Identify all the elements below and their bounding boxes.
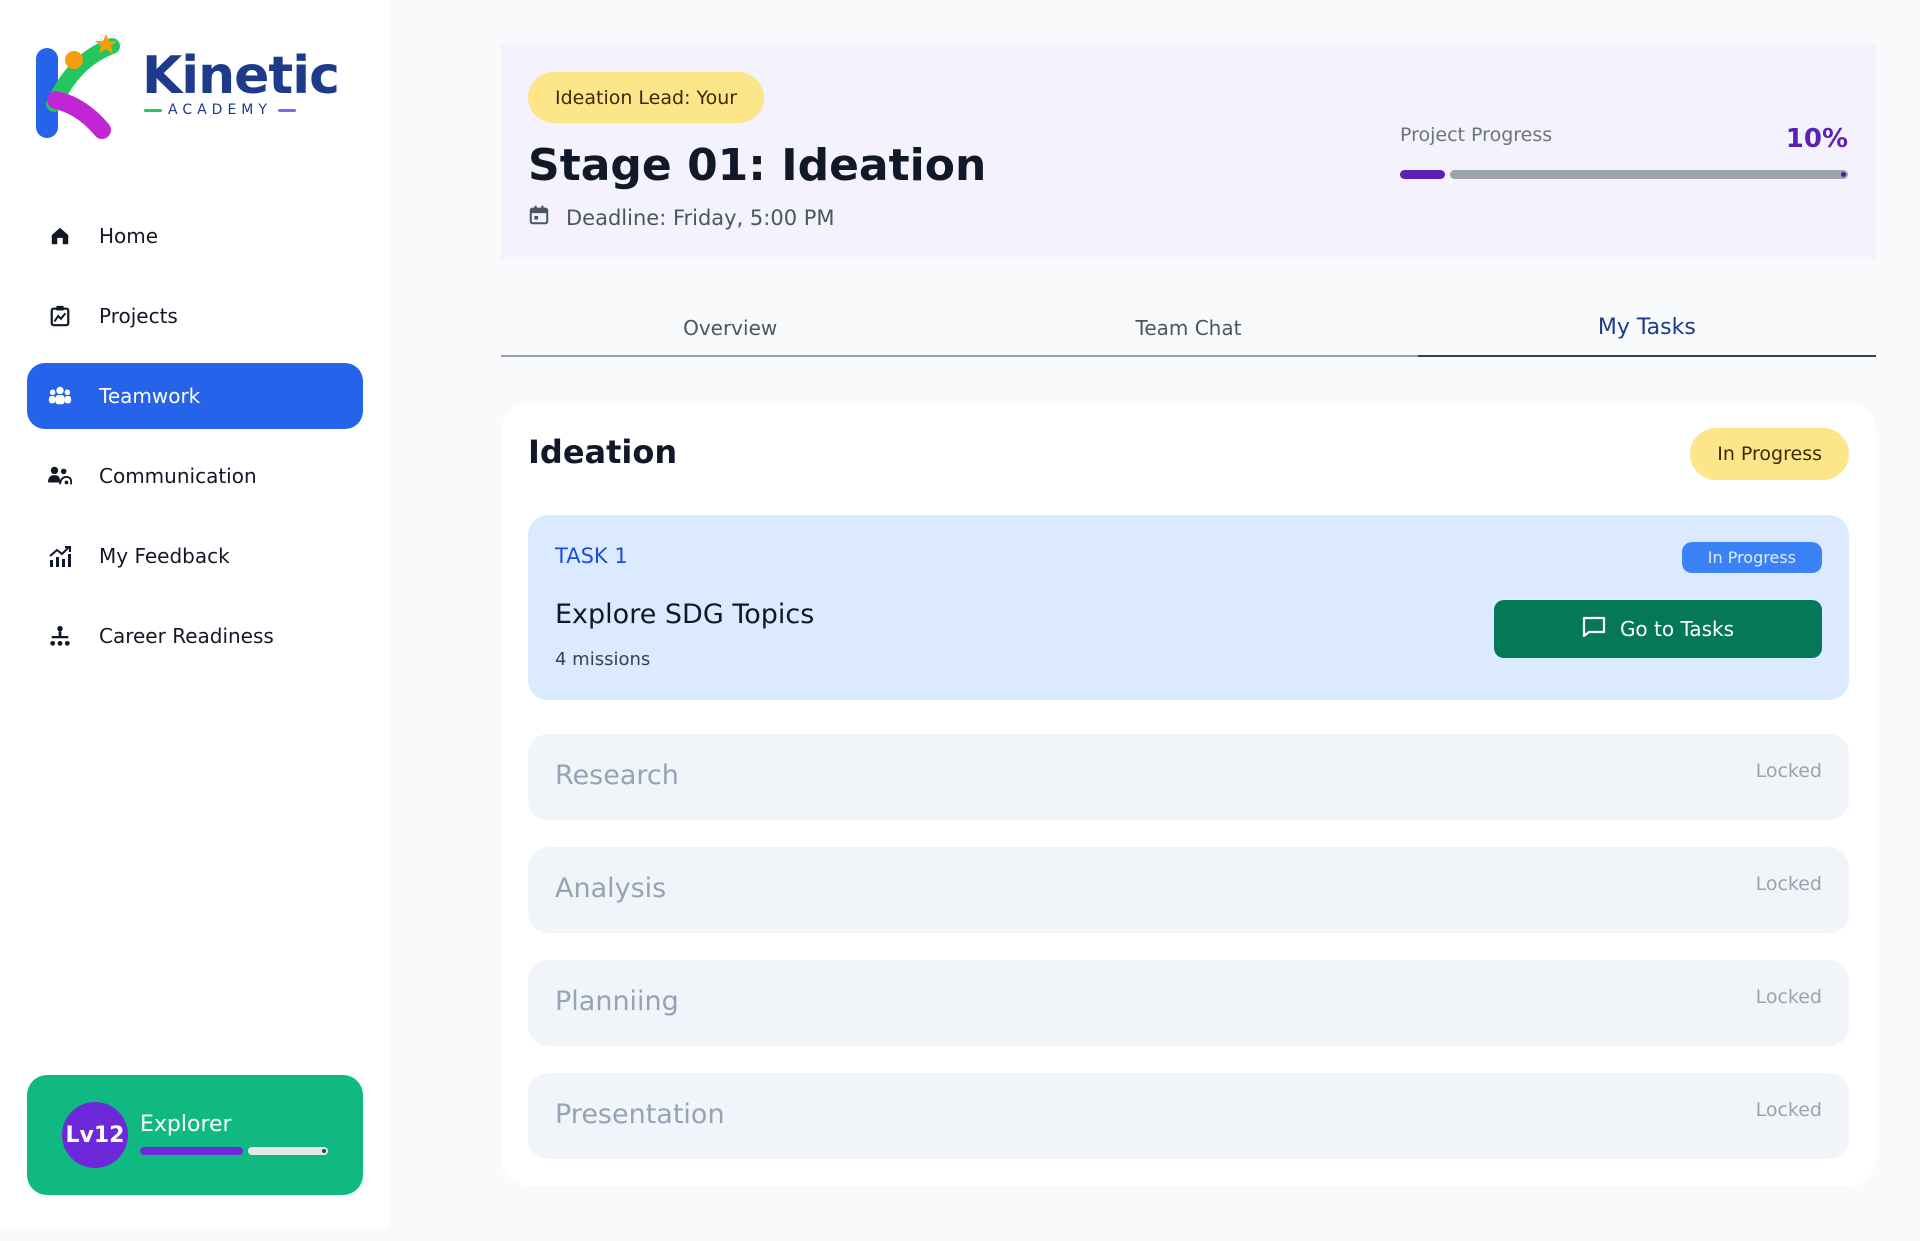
- sidebar-item-label: My Feedback: [99, 544, 230, 568]
- sidebar-item-label: Projects: [99, 304, 178, 328]
- message-icon: [1582, 616, 1606, 643]
- project-progress-end-dot: [1841, 172, 1846, 177]
- deadline: Deadline: Friday, 5:00 PM: [528, 204, 835, 231]
- locked-stage-presentation: Presentation Locked: [528, 1073, 1849, 1159]
- task-title: Explore SDG Topics: [555, 599, 815, 630]
- stage-name: Presentation: [555, 1099, 725, 1130]
- sidebar-item-my-feedback[interactable]: My Feedback: [27, 523, 363, 589]
- sidebar-item-communication[interactable]: Communication: [27, 443, 363, 509]
- tab-overview[interactable]: Overview: [501, 300, 959, 355]
- stage-header: Ideation Lead: Your Stage 01: Ideation D…: [501, 44, 1876, 259]
- sidebar-item-label: Home: [99, 224, 159, 248]
- lead-badge: Ideation Lead: Your: [528, 72, 765, 123]
- project-progress-bar: [1400, 170, 1848, 179]
- tab-my-tasks[interactable]: My Tasks: [1417, 300, 1877, 357]
- level-card[interactable]: Lv12 Explorer: [27, 1075, 363, 1195]
- level-progress-fill: [140, 1147, 243, 1155]
- sidebar-item-career-readiness[interactable]: Career Readiness: [27, 603, 363, 669]
- level-progress-end-dot: [322, 1149, 326, 1153]
- tasks-panel: Ideation In Progress TASK 1 In Progress …: [501, 403, 1876, 1186]
- sidebar-item-label: Teamwork: [99, 384, 201, 408]
- project-progress-fill: [1400, 170, 1445, 179]
- level-progress-track: [248, 1147, 328, 1155]
- projects-icon: [47, 303, 73, 329]
- brand-tagline-text: ACADEMY: [168, 102, 272, 118]
- tab-team-chat[interactable]: Team Chat: [959, 300, 1417, 355]
- communication-icon: [47, 463, 73, 489]
- sidebar-item-home[interactable]: Home: [27, 203, 363, 269]
- locked-label: Locked: [1755, 1099, 1822, 1121]
- page-title: Stage 01: Ideation: [528, 140, 987, 191]
- locked-stage-analysis: Analysis Locked: [528, 847, 1849, 933]
- sidebar-item-label: Communication: [99, 464, 257, 488]
- kinetic-k-icon: [36, 34, 120, 139]
- sidebar-nav: Home Projects Teamwork Communication My …: [27, 203, 363, 683]
- sidebar: Kinetic ACADEMY Home Projects Teamwork C…: [0, 0, 390, 1229]
- stage-name: Planniing: [555, 986, 679, 1017]
- go-to-tasks-label: Go to Tasks: [1619, 617, 1735, 641]
- project-progress-value: 10%: [1785, 124, 1848, 154]
- logo[interactable]: Kinetic ACADEMY: [34, 30, 340, 145]
- stage-name: Analysis: [555, 873, 667, 904]
- level-badge: Lv12: [62, 1102, 128, 1168]
- level-title: Explorer: [140, 1112, 232, 1137]
- task-card: TASK 1 In Progress Explore SDG Topics 4 …: [528, 515, 1849, 700]
- locked-label: Locked: [1755, 986, 1822, 1008]
- locked-label: Locked: [1755, 760, 1822, 782]
- brand-name: Kinetic: [142, 46, 340, 106]
- panel-title: Ideation: [528, 433, 678, 471]
- stage-name: Research: [555, 760, 679, 791]
- task-label: TASK 1: [555, 544, 628, 568]
- sidebar-item-projects[interactable]: Projects: [27, 283, 363, 349]
- locked-label: Locked: [1755, 873, 1822, 895]
- locked-stage-research: Research Locked: [528, 734, 1849, 820]
- teamwork-icon: [47, 383, 73, 409]
- calendar-icon: [528, 204, 550, 231]
- task-missions-count: 4 missions: [555, 649, 651, 670]
- level-progress-bar: [140, 1147, 328, 1155]
- hierarchy-icon: [47, 623, 73, 649]
- sidebar-item-label: Career Readiness: [99, 624, 274, 648]
- locked-stage-planning: Planniing Locked: [528, 960, 1849, 1046]
- tab-bar: Overview Team Chat My Tasks: [501, 300, 1877, 357]
- project-progress-track: [1450, 170, 1848, 179]
- project-progress-label: Project Progress: [1400, 124, 1553, 146]
- sidebar-item-teamwork[interactable]: Teamwork: [27, 363, 363, 429]
- task-status-badge: In Progress: [1681, 542, 1822, 573]
- deadline-text: Deadline: Friday, 5:00 PM: [566, 205, 835, 230]
- chart-icon: [47, 543, 73, 569]
- home-icon: [47, 223, 73, 249]
- go-to-tasks-button[interactable]: Go to Tasks: [1494, 600, 1822, 658]
- status-badge: In Progress: [1690, 428, 1849, 480]
- brand-tagline: ACADEMY: [144, 102, 320, 118]
